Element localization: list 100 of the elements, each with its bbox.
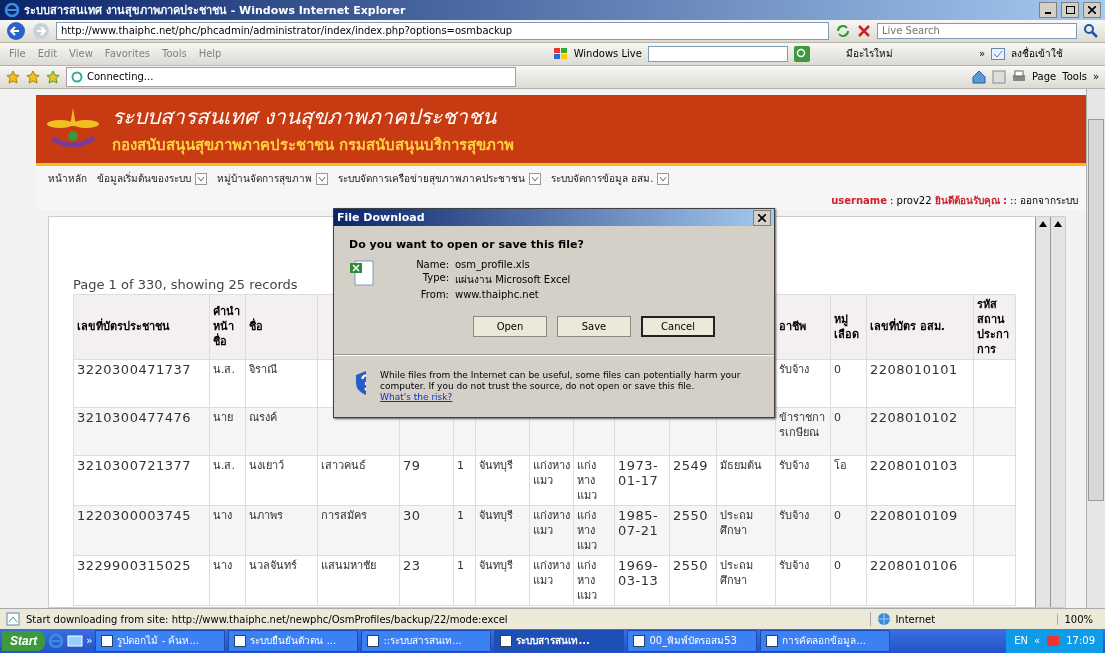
table-cell: ข้าราชการเกษียณ xyxy=(775,407,831,456)
table-cell: การสมัคร xyxy=(317,505,400,556)
table-cell: แก่งหางแมว xyxy=(529,505,574,556)
table-cell: 2208010109 xyxy=(866,505,974,556)
table-cell: 0 xyxy=(830,407,867,456)
search-field[interactable]: Live Search xyxy=(877,22,1077,39)
dialog-question: Do you want to open or save this file? xyxy=(348,237,585,253)
close-button[interactable] xyxy=(753,209,771,226)
table-cell: นงเยาว์ xyxy=(245,455,318,506)
star-icon[interactable] xyxy=(6,69,20,84)
stop-icon[interactable] xyxy=(857,23,871,38)
taskbar-button[interactable]: ::ระบบสารสนเท... xyxy=(361,630,492,652)
table-cell: 2549 xyxy=(669,455,717,506)
star-plus-icon[interactable] xyxy=(46,69,60,84)
table-cell: ประถมศึกษา xyxy=(716,555,776,606)
window-icon xyxy=(500,635,513,647)
globe-icon xyxy=(877,612,892,627)
back-icon[interactable] xyxy=(6,20,26,41)
nav-menu-item[interactable]: หน้าหลัก xyxy=(48,171,87,187)
table-cell: นาย xyxy=(209,407,246,456)
table-cell: เสาวคนธ์ xyxy=(317,455,400,506)
username-value: : prov22 xyxy=(890,195,932,207)
dialog-button[interactable]: Cancel xyxy=(641,316,715,337)
table-cell: 0 xyxy=(830,359,867,408)
dropdown-icon xyxy=(529,172,541,185)
refresh-icon[interactable] xyxy=(835,23,851,38)
taskbar-button[interactable]: ระบบยืนยันตัวตน ... xyxy=(228,630,359,652)
scrollbar-thumb[interactable] xyxy=(1088,118,1104,501)
table-cell: 3229900315025 xyxy=(73,555,210,606)
dialog-button[interactable]: Save xyxy=(557,316,631,337)
table-cell: 3210300477476 xyxy=(73,407,210,456)
table-cell: โอ xyxy=(830,455,867,506)
table-cell: 1220300003745 xyxy=(73,505,210,556)
field-label: From: xyxy=(419,289,450,300)
taskbar-button[interactable]: รูปดอกไม้ - ค้นห... xyxy=(95,630,226,652)
start-button[interactable]: Start xyxy=(2,631,46,651)
minimize-button[interactable] xyxy=(1039,1,1057,18)
browser-logo-icon xyxy=(4,1,20,18)
column-header: หมู่เลือด xyxy=(830,294,867,360)
printer-icon[interactable] xyxy=(1012,69,1026,84)
toolbar-menu[interactable]: Page xyxy=(1032,71,1057,83)
loading-icon xyxy=(71,70,83,83)
site-subtitle: กองสนับสนุนสุขภาพภาคประชาชน กรมสนับสนุนบริการสุขภาพ xyxy=(112,135,515,157)
more-button[interactable]: » xyxy=(86,635,93,647)
nav-menu-item[interactable]: ระบบจัดการข้อมูล อสม. xyxy=(551,171,670,187)
table-cell: 1973-01-17 xyxy=(614,455,670,506)
column-header: รหัสสถาน ประกา การ xyxy=(973,294,1016,360)
browser-tab[interactable]: Connecting... xyxy=(66,66,516,87)
dialog-title: File Download xyxy=(337,211,425,224)
column-header: เลขที่บัตร อสม. xyxy=(866,294,974,360)
maximize-icon xyxy=(1065,5,1075,14)
nav-menu-item[interactable]: หมู่บ้านจัดการสุขภาพ xyxy=(217,171,328,187)
logout-link[interactable]: :: ออกจากระบบ xyxy=(1010,193,1078,209)
dialog-button[interactable]: Open xyxy=(473,316,547,337)
nav-menu-item[interactable]: ระบบจัดการเครือข่ายสุขภาพภาคประชาชน xyxy=(338,171,541,187)
taskbar-button[interactable]: การคัดลอกข้อมูล... xyxy=(760,630,891,652)
download-page-icon xyxy=(6,612,20,627)
risk-link[interactable]: What's the risk? xyxy=(380,392,453,402)
star-icon[interactable] xyxy=(26,69,40,84)
desktop-icon[interactable] xyxy=(67,633,84,649)
zone-label: Internet xyxy=(895,613,937,625)
zoom-level[interactable]: 100% xyxy=(1064,613,1093,625)
column-header: คำนำหน้าชื่อ xyxy=(209,294,246,360)
table-cell: 2208010101 xyxy=(866,359,974,408)
field-value: osm_profile.xls xyxy=(455,259,531,270)
live-search-field[interactable] xyxy=(647,45,788,62)
maximize-button[interactable] xyxy=(1061,1,1079,18)
table-cell: จิราณี xyxy=(245,359,318,408)
home-icon[interactable] xyxy=(972,69,986,84)
network-icon xyxy=(1046,634,1061,648)
clock: 17:09 xyxy=(1066,635,1095,647)
spreadsheet-file-icon xyxy=(349,259,375,287)
column-header: อาชีพ xyxy=(775,294,831,360)
table-cell: ประถมศึกษา xyxy=(716,505,776,556)
more-button[interactable]: » xyxy=(978,48,985,60)
table-cell: 2208010106 xyxy=(866,555,974,606)
close-button[interactable] xyxy=(1083,1,1101,18)
taskbar-button[interactable]: 00_พิมพ์บัตรอสม53 xyxy=(627,630,758,652)
table-cell: จันทบุรี xyxy=(475,505,530,556)
sign-in-link[interactable]: ลงชื่อเข้าใช้ xyxy=(1011,46,1063,62)
table-cell: มัธยมต้น xyxy=(716,455,776,506)
search-icon[interactable] xyxy=(793,45,810,62)
table-cell: แก่งหางแมว xyxy=(573,555,615,606)
table-cell: แก่งหางแมว xyxy=(573,505,615,556)
address-field[interactable]: http://www.thaiphc.net/phc/phcadmin/administrator/index/index.php?options=osmbackup xyxy=(56,21,829,40)
field-label: Name: xyxy=(415,259,450,270)
taskbar-button[interactable]: ระบบสารสนเท... xyxy=(494,630,625,652)
table-cell: นวลจันทร์ xyxy=(245,555,318,606)
nav-menu-item[interactable]: ข้อมูลเริ่มต้นของระบบ xyxy=(97,171,207,187)
table-cell: แก่งหางแมว xyxy=(529,455,574,506)
search-icon[interactable] xyxy=(1083,22,1099,39)
dropdown-icon xyxy=(195,172,207,185)
more-button[interactable]: » xyxy=(1092,71,1099,83)
toolbar-menu[interactable]: Tools xyxy=(1062,71,1087,83)
whats-new-link[interactable]: มีอะไรใหม่ xyxy=(845,46,893,62)
dropdown-icon xyxy=(316,172,328,185)
site-title: ระบบสารสนเทศ งานสุขภาพภาคประชาชน xyxy=(112,104,498,132)
window-icon xyxy=(367,635,380,647)
table-cell: 2208010103 xyxy=(866,455,974,506)
column-header: เลขที่บัตรประชาชน xyxy=(73,294,210,360)
